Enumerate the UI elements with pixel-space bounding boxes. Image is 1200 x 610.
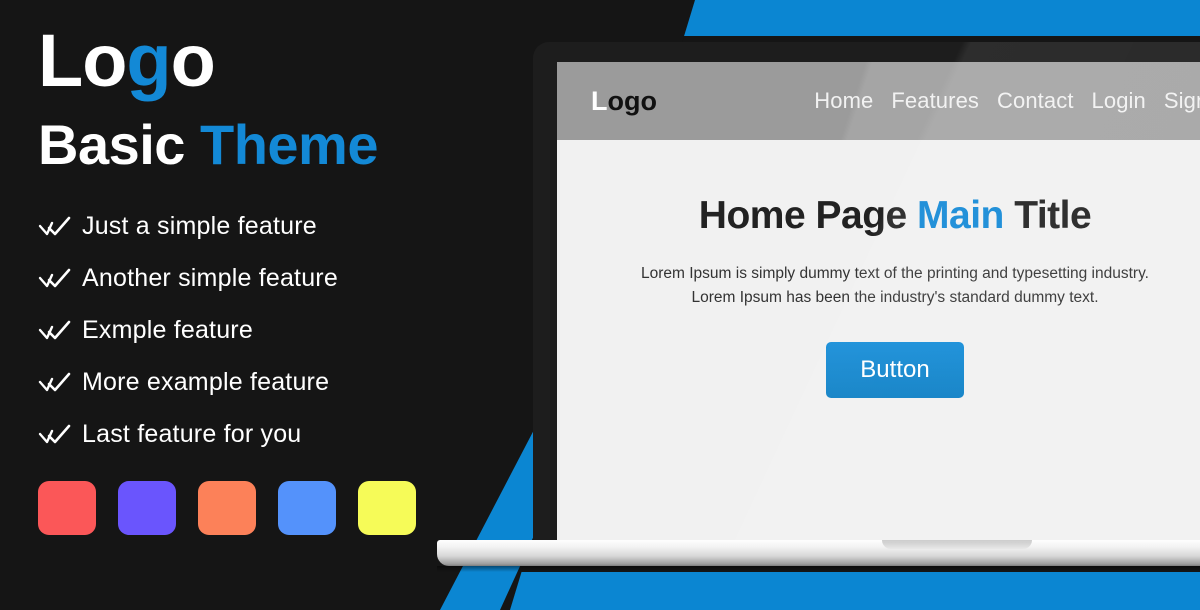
swatch-orange[interactable] — [198, 481, 256, 536]
color-swatch-row — [38, 481, 508, 536]
feature-list-item: Another simple feature — [38, 261, 508, 295]
feature-label: More example feature — [82, 367, 330, 396]
feature-label: Another simple feature — [82, 263, 338, 292]
nav-link-contact[interactable]: Contact — [997, 88, 1074, 114]
hero-tagline: Basic Theme — [38, 112, 508, 176]
hero-tagline-accent: Theme — [200, 112, 379, 176]
laptop-base-notch — [882, 540, 1033, 549]
swatch-red[interactable] — [38, 481, 96, 536]
site-paragraph-line-1: Lorem Ipsum is simply dummy text of the … — [641, 265, 1149, 282]
promo-banner: Logo Basic Theme Just a simple feature A… — [0, 0, 1200, 610]
hero-panel: Logo Basic Theme Just a simple feature A… — [38, 22, 508, 536]
hero-logo-prefix: Lo — [38, 19, 127, 102]
site-logo[interactable]: Logo — [591, 86, 657, 117]
double-check-icon — [38, 216, 71, 236]
swatch-purple[interactable] — [118, 481, 176, 536]
feature-label: Just a simple feature — [82, 211, 317, 240]
hero-logo-title: Logo — [38, 22, 508, 100]
swatch-yellow[interactable] — [358, 481, 416, 536]
swatch-blue[interactable] — [278, 481, 336, 536]
site-paragraph: Lorem Ipsum is simply dummy text of the … — [597, 262, 1193, 310]
cta-button[interactable]: Button — [826, 342, 964, 399]
double-check-icon — [38, 424, 71, 444]
feature-list-item: More example feature — [38, 365, 508, 399]
site-navbar: Logo Home Features Contact Login Signup — [557, 62, 1200, 140]
feature-list-item: Last feature for you — [38, 417, 508, 451]
nav-link-login[interactable]: Login — [1092, 88, 1146, 114]
site-title-accent: Main — [917, 194, 1004, 237]
feature-list-item: Exmple feature — [38, 313, 508, 347]
site-logo-rest: ogo — [607, 85, 657, 116]
hero-logo-accent: g — [126, 19, 171, 102]
site-nav-links: Home Features Contact Login Signup — [796, 88, 1200, 114]
feature-label: Exmple feature — [82, 315, 253, 344]
hero-tagline-main: Basic — [38, 112, 200, 176]
site-content: Home Page Main Title Lorem Ipsum is simp… — [557, 140, 1200, 399]
laptop-mockup: Logo Home Features Contact Login Signup … — [437, 42, 1200, 572]
site-page-title: Home Page Main Title — [597, 194, 1193, 238]
site-logo-lead: L — [591, 85, 608, 116]
nav-link-home[interactable]: Home — [814, 88, 873, 114]
laptop-screen: Logo Home Features Contact Login Signup … — [557, 62, 1200, 542]
site-paragraph-line-2: Lorem Ipsum has been the industry's stan… — [691, 289, 1099, 307]
laptop-base-shadow — [437, 566, 1200, 572]
double-check-icon — [38, 320, 71, 340]
double-check-icon — [38, 372, 71, 392]
nav-link-signup[interactable]: Signup — [1164, 88, 1200, 114]
site-title-before: Home Page — [698, 194, 918, 237]
site-title-after: Title — [1003, 194, 1092, 237]
feature-list: Just a simple feature Another simple fea… — [38, 209, 508, 451]
laptop-base — [437, 540, 1200, 566]
laptop-lid: Logo Home Features Contact Login Signup … — [533, 42, 1200, 542]
nav-link-features[interactable]: Features — [891, 88, 979, 114]
hero-logo-suffix: o — [170, 19, 216, 102]
feature-list-item: Just a simple feature — [38, 209, 508, 243]
feature-label: Last feature for you — [82, 419, 302, 448]
double-check-icon — [38, 268, 71, 288]
